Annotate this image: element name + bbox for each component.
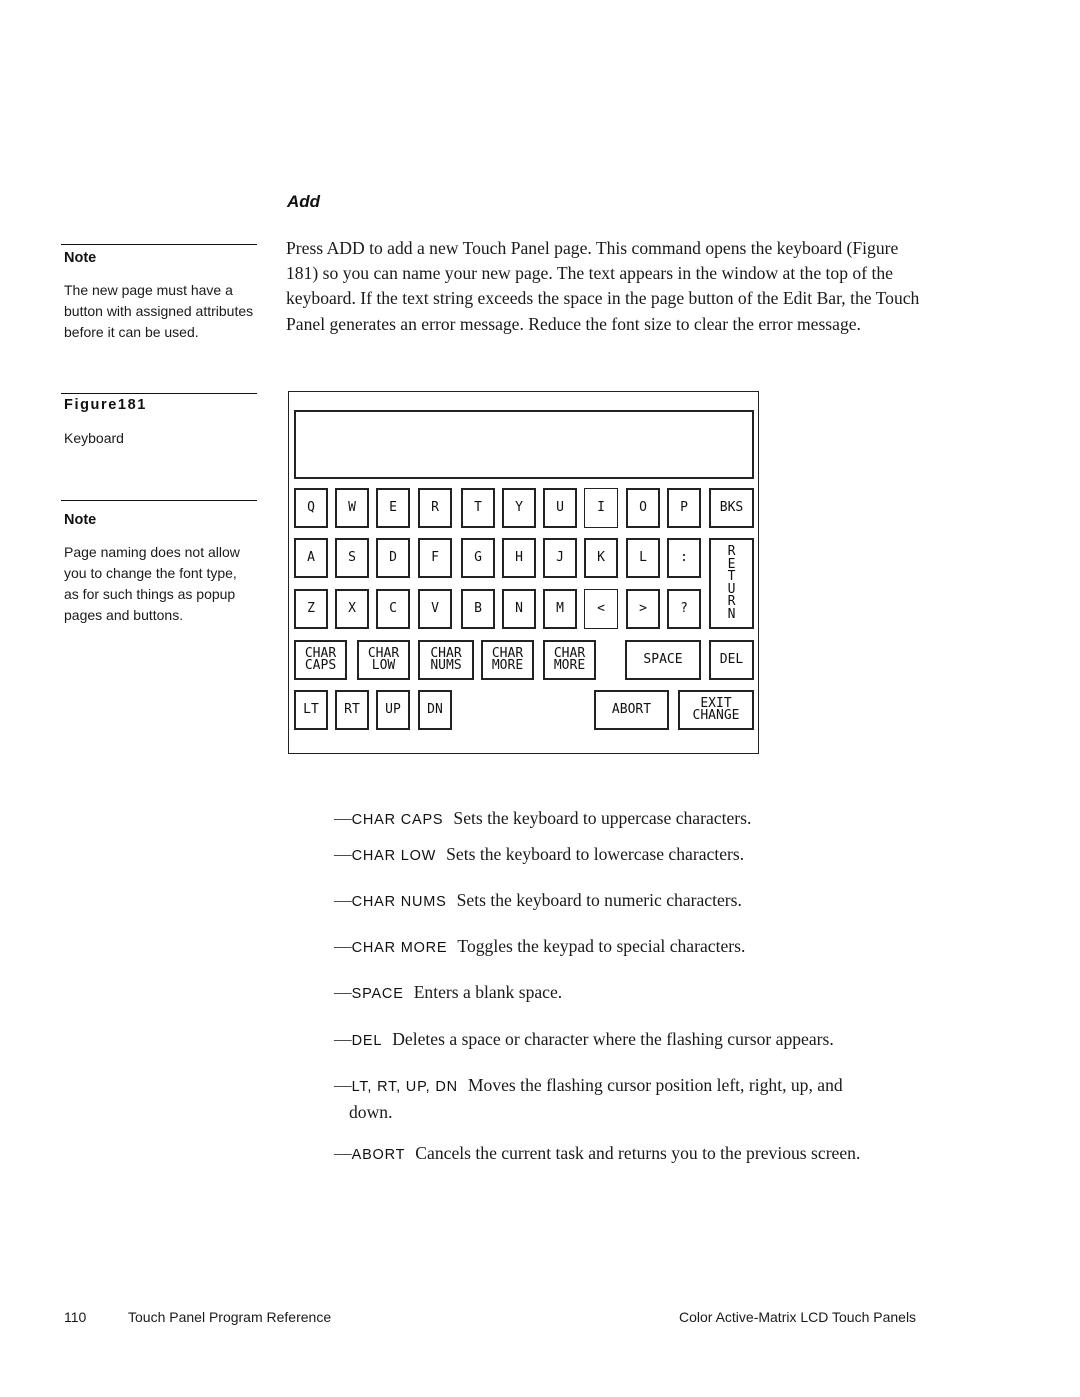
key-bks[interactable]: BKS: [709, 488, 754, 528]
key-i[interactable]: I: [584, 488, 618, 528]
key-exit-change[interactable]: EXIT CHANGE: [678, 690, 754, 730]
note-heading: Note: [64, 250, 97, 266]
em-dash: —: [334, 1143, 352, 1163]
description-text: Sets the keyboard to uppercase character…: [453, 808, 752, 828]
description-text: Moves the flashing cursor position left,…: [467, 1075, 843, 1095]
section-title: Add: [287, 192, 321, 211]
key-a[interactable]: A: [294, 538, 328, 578]
em-dash: —: [334, 936, 352, 956]
key-up[interactable]: UP: [376, 690, 410, 730]
key-w[interactable]: W: [335, 488, 369, 528]
key-y[interactable]: Y: [502, 488, 536, 528]
em-dash: —: [334, 982, 352, 1002]
description-text: Sets the keyboard to lowercase character…: [446, 844, 745, 864]
key-down[interactable]: DN: [418, 690, 452, 730]
description-text: Deletes a space or character where the f…: [392, 1029, 834, 1049]
description-term: SPACE: [351, 986, 404, 1002]
key-q[interactable]: Q: [294, 488, 328, 528]
key-x[interactable]: X: [335, 589, 369, 629]
key-d[interactable]: D: [376, 538, 410, 578]
key-colon[interactable]: :: [667, 538, 701, 578]
description-text: Enters a blank space.: [413, 982, 563, 1002]
description-term: ABORT: [351, 1147, 406, 1163]
key-char-caps[interactable]: CHAR CAPS: [294, 640, 347, 680]
description-term: LT, RT, UP, DN: [351, 1079, 458, 1095]
key-u[interactable]: U: [543, 488, 577, 528]
em-dash: —: [334, 1029, 352, 1049]
key-right[interactable]: RT: [335, 690, 369, 730]
em-dash: —: [334, 1075, 352, 1095]
description-item: —ABORT Cancels the current task and retur…: [334, 1141, 934, 1168]
description-term: DEL: [351, 1033, 383, 1049]
key-greater-than[interactable]: >: [626, 589, 660, 629]
description-text: Cancels the current task and returns you…: [415, 1143, 861, 1163]
note-text: Page naming does not allow you to change…: [64, 544, 240, 623]
note-divider: [61, 500, 257, 501]
description-text: Toggles the keypad to special characters…: [457, 936, 746, 956]
description-text: Sets the keyboard to numeric characters.: [456, 890, 742, 910]
footer-left-title: Touch Panel Program Reference: [128, 1309, 332, 1325]
description-item: —CHAR MORE Toggles the keypad to special …: [334, 934, 934, 961]
description-term: CHAR LOW: [351, 848, 437, 864]
key-t[interactable]: T: [461, 488, 495, 528]
key-del[interactable]: DEL: [709, 640, 754, 680]
key-z[interactable]: Z: [294, 589, 328, 629]
figure-caption: Keyboard: [64, 430, 124, 446]
key-b[interactable]: B: [461, 589, 495, 629]
key-char-more[interactable]: CHAR MORE: [543, 640, 596, 680]
note-heading: Note: [64, 512, 97, 528]
description-item: —DEL Deletes a space or character where t…: [334, 1027, 934, 1054]
key-space[interactable]: SPACE: [625, 640, 701, 680]
page-number: 110: [64, 1309, 87, 1325]
key-n[interactable]: N: [502, 589, 536, 629]
description-term: CHAR CAPS: [351, 812, 444, 828]
key-return[interactable]: R E T U R N: [709, 538, 754, 629]
key-less-than[interactable]: <: [584, 589, 618, 629]
description-term: CHAR NUMS: [351, 894, 447, 910]
key-o[interactable]: O: [626, 488, 660, 528]
footer-right-title: Color Active-Matrix LCD Touch Panels: [679, 1309, 917, 1325]
description-term: CHAR MORE: [351, 940, 448, 956]
key-f[interactable]: F: [418, 538, 452, 578]
key-r[interactable]: R: [418, 488, 452, 528]
keyboard-display-window[interactable]: [294, 410, 754, 479]
key-e[interactable]: E: [376, 488, 410, 528]
description-item: —SPACE Enters a blank space.: [334, 980, 934, 1007]
body-paragraph: Press ADD to add a new Touch Panel page.…: [286, 238, 920, 334]
key-p[interactable]: P: [667, 488, 701, 528]
description-item: —CHAR CAPS Sets the keyboard to uppercase…: [334, 806, 934, 833]
key-char-more[interactable]: CHAR MORE: [481, 640, 534, 680]
note-divider: [61, 244, 257, 245]
key-question[interactable]: ?: [667, 589, 701, 629]
key-s[interactable]: S: [335, 538, 369, 578]
note-text: The new page must have a button with ass…: [64, 282, 254, 340]
key-char-nums[interactable]: CHAR NUMS: [418, 640, 474, 680]
description-item: —CHAR LOW Sets the keyboard to lowercase …: [334, 842, 934, 869]
em-dash: —: [334, 890, 352, 910]
figure-label: Figure181: [64, 397, 147, 413]
figure-divider: [61, 393, 257, 394]
key-m[interactable]: M: [543, 589, 577, 629]
key-abort[interactable]: ABORT: [594, 690, 669, 730]
key-char-low[interactable]: CHAR LOW: [357, 640, 410, 680]
key-j[interactable]: J: [543, 538, 577, 578]
em-dash: —: [334, 808, 352, 828]
key-h[interactable]: H: [502, 538, 536, 578]
key-left[interactable]: LT: [294, 690, 328, 730]
description-text-continued: down.: [349, 1102, 393, 1123]
key-c[interactable]: C: [376, 589, 410, 629]
key-k[interactable]: K: [584, 538, 618, 578]
key-v[interactable]: V: [418, 589, 452, 629]
em-dash: —: [334, 844, 352, 864]
description-item: —LT, RT, UP, DN Moves the flashing cursor…: [334, 1073, 934, 1125]
description-item: —CHAR NUMS Sets the keyboard to numeric c…: [334, 888, 934, 915]
key-l[interactable]: L: [626, 538, 660, 578]
key-g[interactable]: G: [461, 538, 495, 578]
